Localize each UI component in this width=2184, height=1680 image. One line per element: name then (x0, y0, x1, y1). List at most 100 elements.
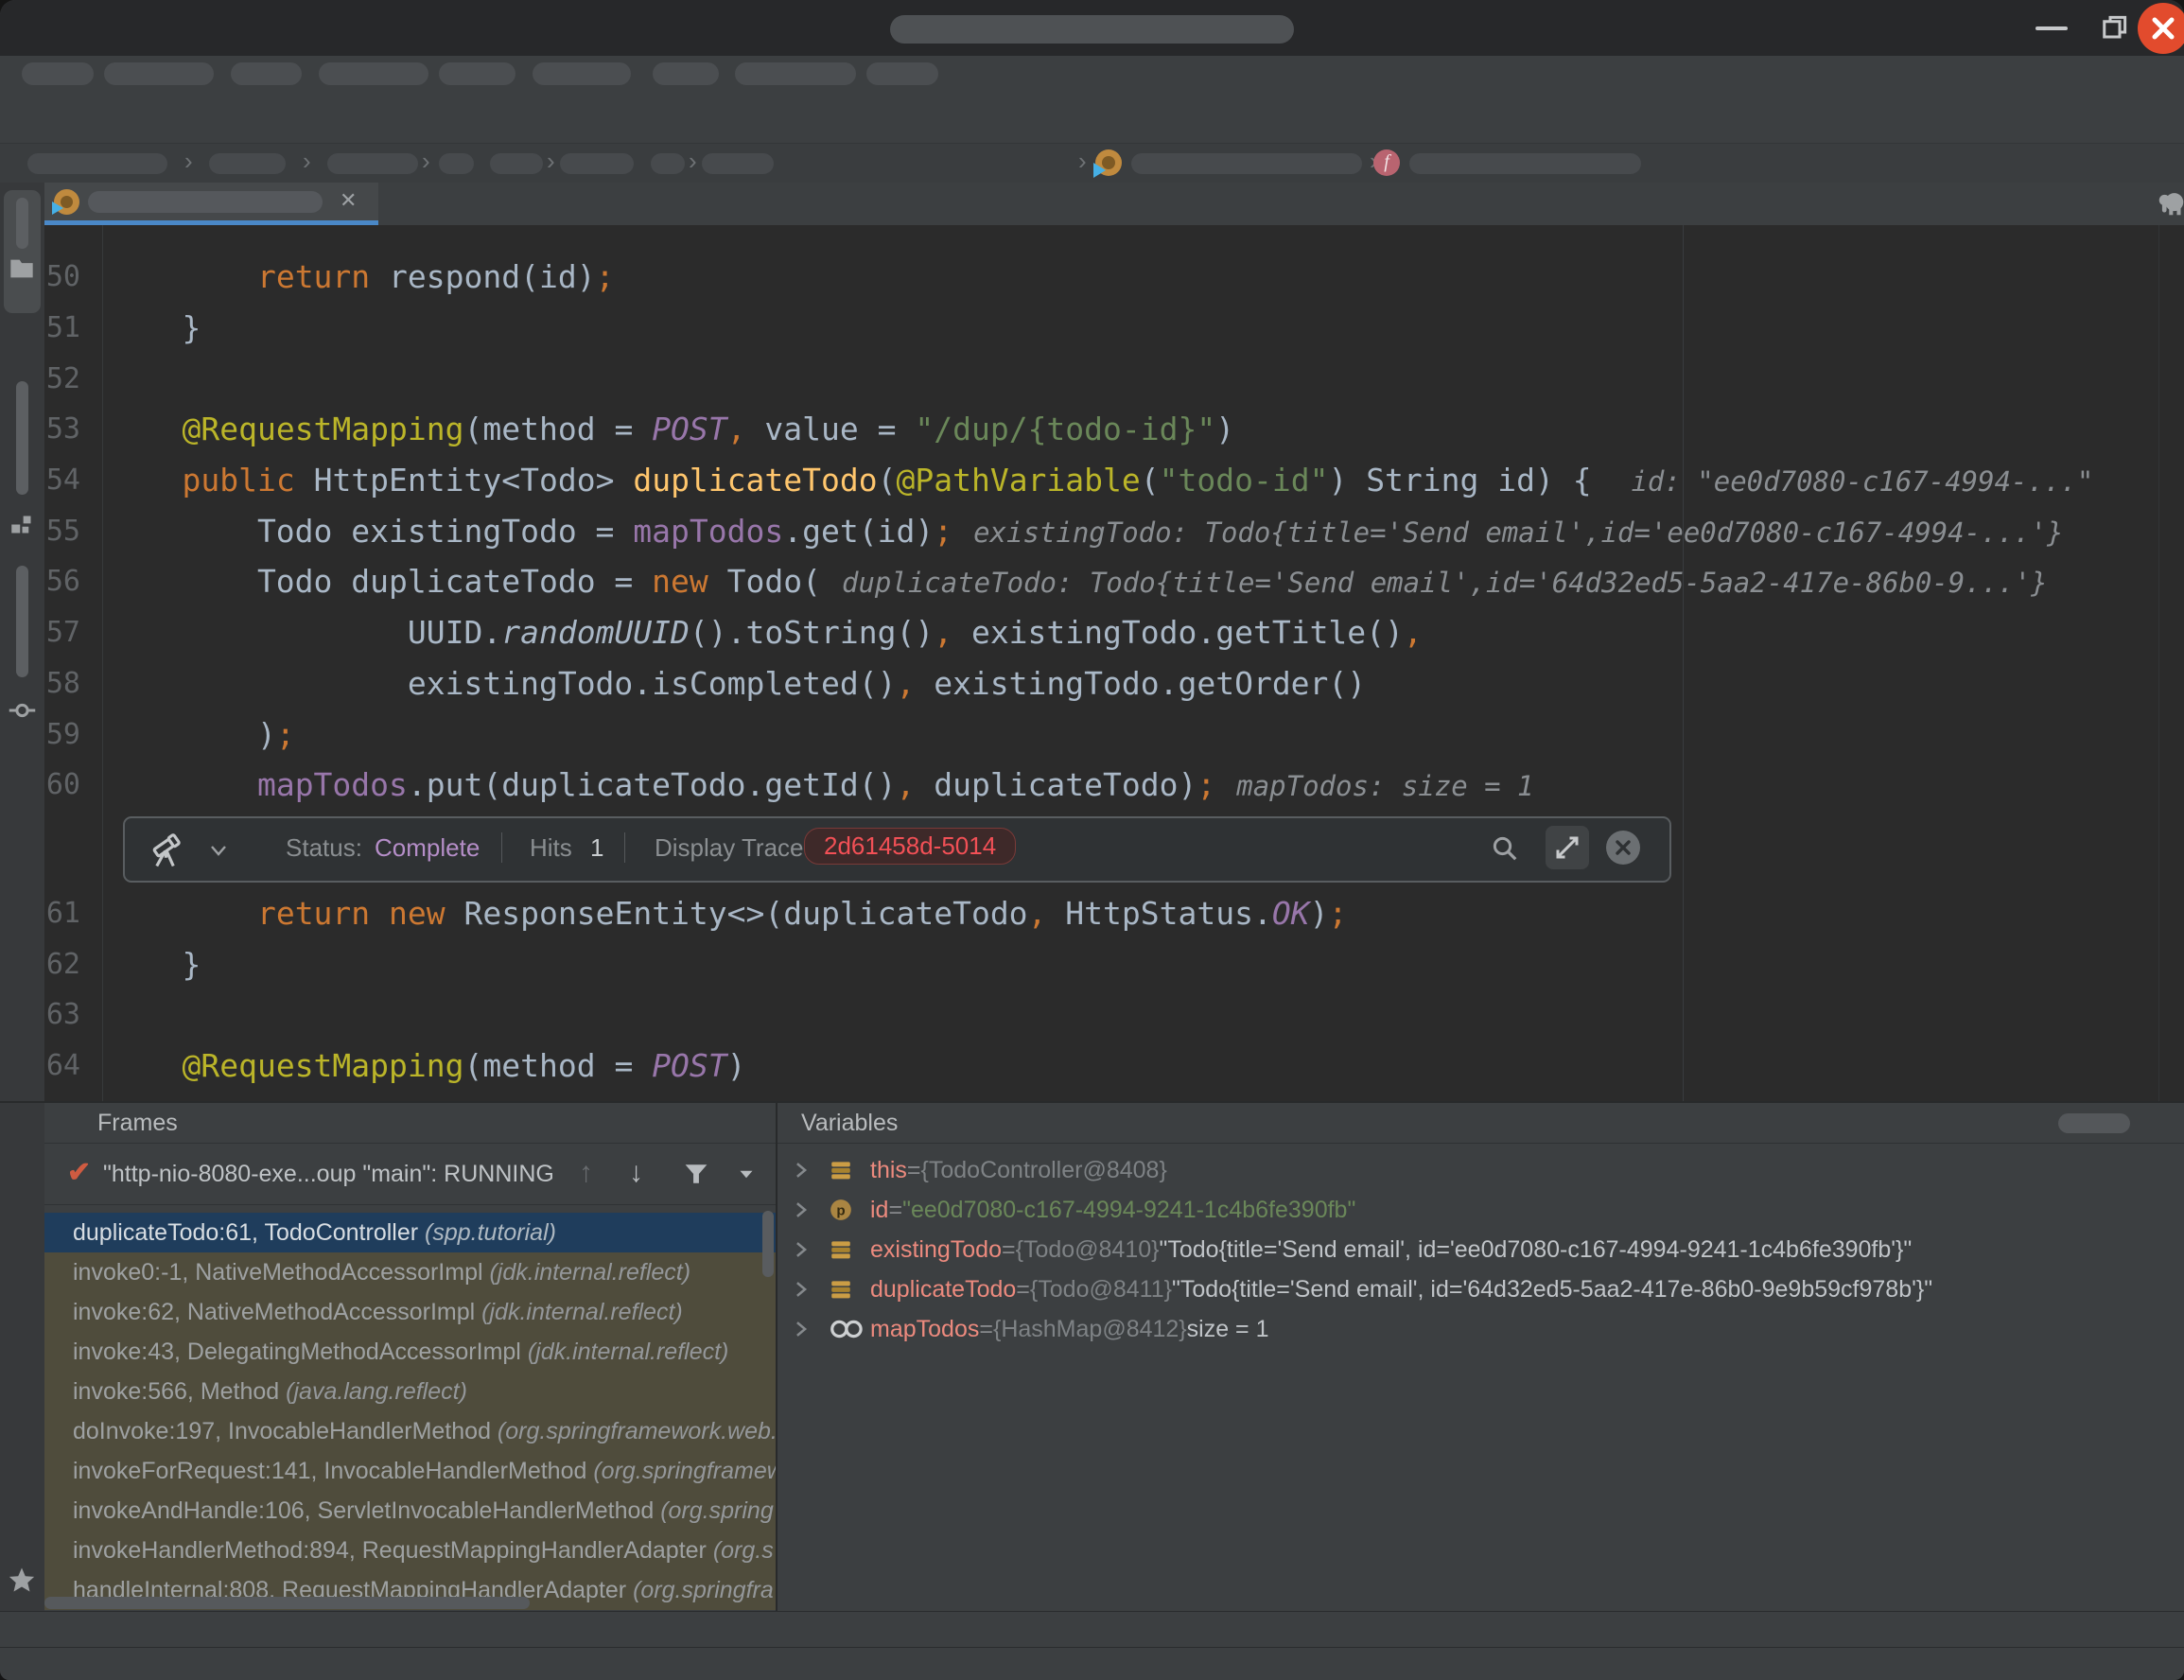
menu-item[interactable] (319, 62, 428, 85)
close-circle-icon[interactable] (1606, 831, 1640, 865)
variable-row[interactable]: duplicateTodo = {Todo@8411} "Todo{title=… (778, 1269, 2184, 1309)
frame-row[interactable]: doInvoke:197, InvocableHandlerMethod (or… (44, 1411, 776, 1451)
restore-button[interactable] (2101, 13, 2129, 42)
breadcrumb-item-method[interactable] (1409, 153, 1641, 174)
menu-item[interactable] (735, 62, 856, 85)
line-number[interactable]: 56 (44, 565, 80, 598)
editor-tab[interactable]: ✕ (44, 183, 378, 225)
commit-icon[interactable] (8, 696, 37, 725)
breadcrumb-item[interactable] (27, 153, 167, 174)
menu-item[interactable] (22, 62, 94, 85)
menu-item[interactable] (104, 62, 214, 85)
code-line-56[interactable]: 56 Todo duplicateTodo = new Todo(duplica… (44, 556, 2184, 607)
chevron-right-icon[interactable] (778, 1319, 829, 1339)
svg-text:p: p (836, 1202, 845, 1218)
breadcrumb-item[interactable] (702, 153, 774, 174)
code-line-59[interactable]: 59 ); (44, 709, 2184, 760)
line-number[interactable]: 52 (44, 362, 80, 395)
close-button[interactable] (2138, 3, 2184, 54)
telescope-icon[interactable] (148, 830, 189, 869)
variable-row[interactable]: mapTodos = {HashMap@8412} size = 1 (778, 1309, 2184, 1349)
gradle-elephant-icon[interactable] (2156, 189, 2184, 218)
code-area[interactable]: 50 return respond(id);51 } 52 53 @RequestM… (44, 225, 2184, 1091)
tool-stripe-label[interactable] (16, 566, 28, 677)
thread-selector[interactable]: ✔ "http-nio-8080-exe...oup "main": RUNNI… (44, 1143, 776, 1205)
variable-row[interactable]: existingTodo = {Todo@8410} "Todo{title='… (778, 1230, 2184, 1269)
frame-row[interactable]: invokeAndHandle:106, ServletInvocableHan… (44, 1491, 776, 1531)
frames-vscrollbar[interactable] (762, 1211, 774, 1277)
breadcrumb-item[interactable] (209, 153, 286, 174)
code-line-55[interactable]: 55 Todo existingTodo = mapTodos.get(id);… (44, 505, 2184, 556)
chevron-down-icon[interactable] (208, 844, 229, 857)
trace-id-badge[interactable]: 2d61458d-5014 (804, 828, 1016, 865)
variables-header-widget[interactable] (2058, 1113, 2130, 1133)
search-icon[interactable] (1491, 834, 1519, 863)
frame-row[interactable]: invokeForRequest:141, InvocableHandlerMe… (44, 1451, 776, 1491)
variable-row[interactable]: this = {TodoController@8408} (778, 1150, 2184, 1190)
chevron-right-icon[interactable] (778, 1239, 829, 1260)
frame-row[interactable]: invoke0:-1, NativeMethodAccessorImpl (jd… (44, 1252, 776, 1292)
breadcrumb-item[interactable] (490, 153, 543, 174)
frame-row[interactable]: invoke:62, NativeMethodAccessorImpl (jdk… (44, 1292, 776, 1332)
tab-close-icon[interactable]: ✕ (340, 188, 357, 213)
breadcrumb-item[interactable] (439, 153, 474, 174)
variable-row[interactable]: pid = "ee0d7080-c167-4994-9241-1c4b6fe39… (778, 1190, 2184, 1230)
chevron-down-icon[interactable] (737, 1168, 756, 1181)
frame-row[interactable]: duplicateTodo:61, TodoController (spp.tu… (44, 1213, 776, 1252)
line-number[interactable]: 51 (44, 311, 80, 344)
line-number[interactable]: 58 (44, 667, 80, 700)
value-icon (829, 1158, 870, 1182)
line-number[interactable]: 59 (44, 718, 80, 751)
menu-item[interactable] (231, 62, 302, 85)
breadcrumb-item[interactable] (560, 153, 634, 174)
breadcrumb-item[interactable] (327, 153, 418, 174)
frame-row[interactable]: invokeHandlerMethod:894, RequestMappingH… (44, 1531, 776, 1570)
bookmarks-star-icon[interactable] (8, 1566, 36, 1594)
chevron-right-icon[interactable] (778, 1279, 829, 1300)
breadcrumb-item[interactable] (651, 153, 685, 174)
structure-icon[interactable] (9, 512, 35, 537)
code-line-64[interactable]: 64 @RequestMapping(method = POST) (44, 1041, 2184, 1092)
filter-funnel-icon[interactable] (684, 1163, 708, 1185)
line-number[interactable]: 60 (44, 768, 80, 801)
line-number[interactable]: 50 (44, 260, 80, 293)
code-line-53[interactable]: 53 @RequestMapping(method = POST, value … (44, 404, 2184, 455)
line-number[interactable]: 62 (44, 948, 80, 981)
right-margin-guide (1683, 225, 1684, 1101)
line-number[interactable]: 64 (44, 1049, 80, 1082)
line-number[interactable]: 57 (44, 616, 80, 649)
code-line-60[interactable]: 60 mapTodos.put(duplicateTodo.getId(), d… (44, 760, 2184, 811)
code-line-58[interactable]: 58 existingTodo.isCompleted(), existingT… (44, 658, 2184, 709)
frame-up-icon[interactable]: ↑ (579, 1144, 593, 1202)
menu-item[interactable] (439, 62, 515, 85)
code-line-63[interactable]: 63 (44, 989, 2184, 1041)
chevron-right-icon[interactable] (778, 1160, 829, 1181)
line-number[interactable]: 63 (44, 998, 80, 1031)
code-editor[interactable]: 50 return respond(id);51 } 52 53 @RequestM… (44, 225, 2184, 1101)
menu-item[interactable] (866, 62, 938, 85)
line-number[interactable]: 53 (44, 412, 80, 446)
frames-hscrollbar[interactable] (44, 1597, 530, 1609)
frame-down-icon[interactable]: ↓ (629, 1144, 643, 1202)
line-number[interactable]: 55 (44, 515, 80, 548)
code-line-54[interactable]: 54 public HttpEntity<Todo> duplicateTodo… (44, 455, 2184, 506)
frame-row[interactable]: invoke:43, DelegatingMethodAccessorImpl … (44, 1332, 776, 1372)
menu-item[interactable] (533, 62, 631, 85)
line-number[interactable]: 61 (44, 897, 80, 930)
code-line-50[interactable]: 50 return respond(id); (44, 252, 2184, 303)
expand-icon[interactable] (1546, 826, 1589, 869)
tool-stripe-label[interactable] (16, 381, 28, 495)
breadcrumb-item-class[interactable] (1131, 153, 1362, 174)
code-line-51[interactable]: 51 } (44, 303, 2184, 354)
tool-stripe-label[interactable] (16, 198, 28, 249)
code-line-52[interactable]: 52 (44, 353, 2184, 404)
code-line-57[interactable]: 57 UUID.randomUUID().toString(), existin… (44, 607, 2184, 658)
code-line-62[interactable]: 62 } (44, 938, 2184, 989)
frame-row[interactable]: invoke:566, Method (java.lang.reflect) (44, 1372, 776, 1411)
code-line-61[interactable]: 61 return new ResponseEntity<>(duplicate… (44, 888, 2184, 939)
menu-item[interactable] (653, 62, 719, 85)
line-number[interactable]: 54 (44, 464, 80, 497)
minimize-button[interactable] (2035, 26, 2068, 30)
project-folder-icon[interactable] (9, 256, 35, 281)
chevron-right-icon[interactable] (778, 1199, 829, 1220)
